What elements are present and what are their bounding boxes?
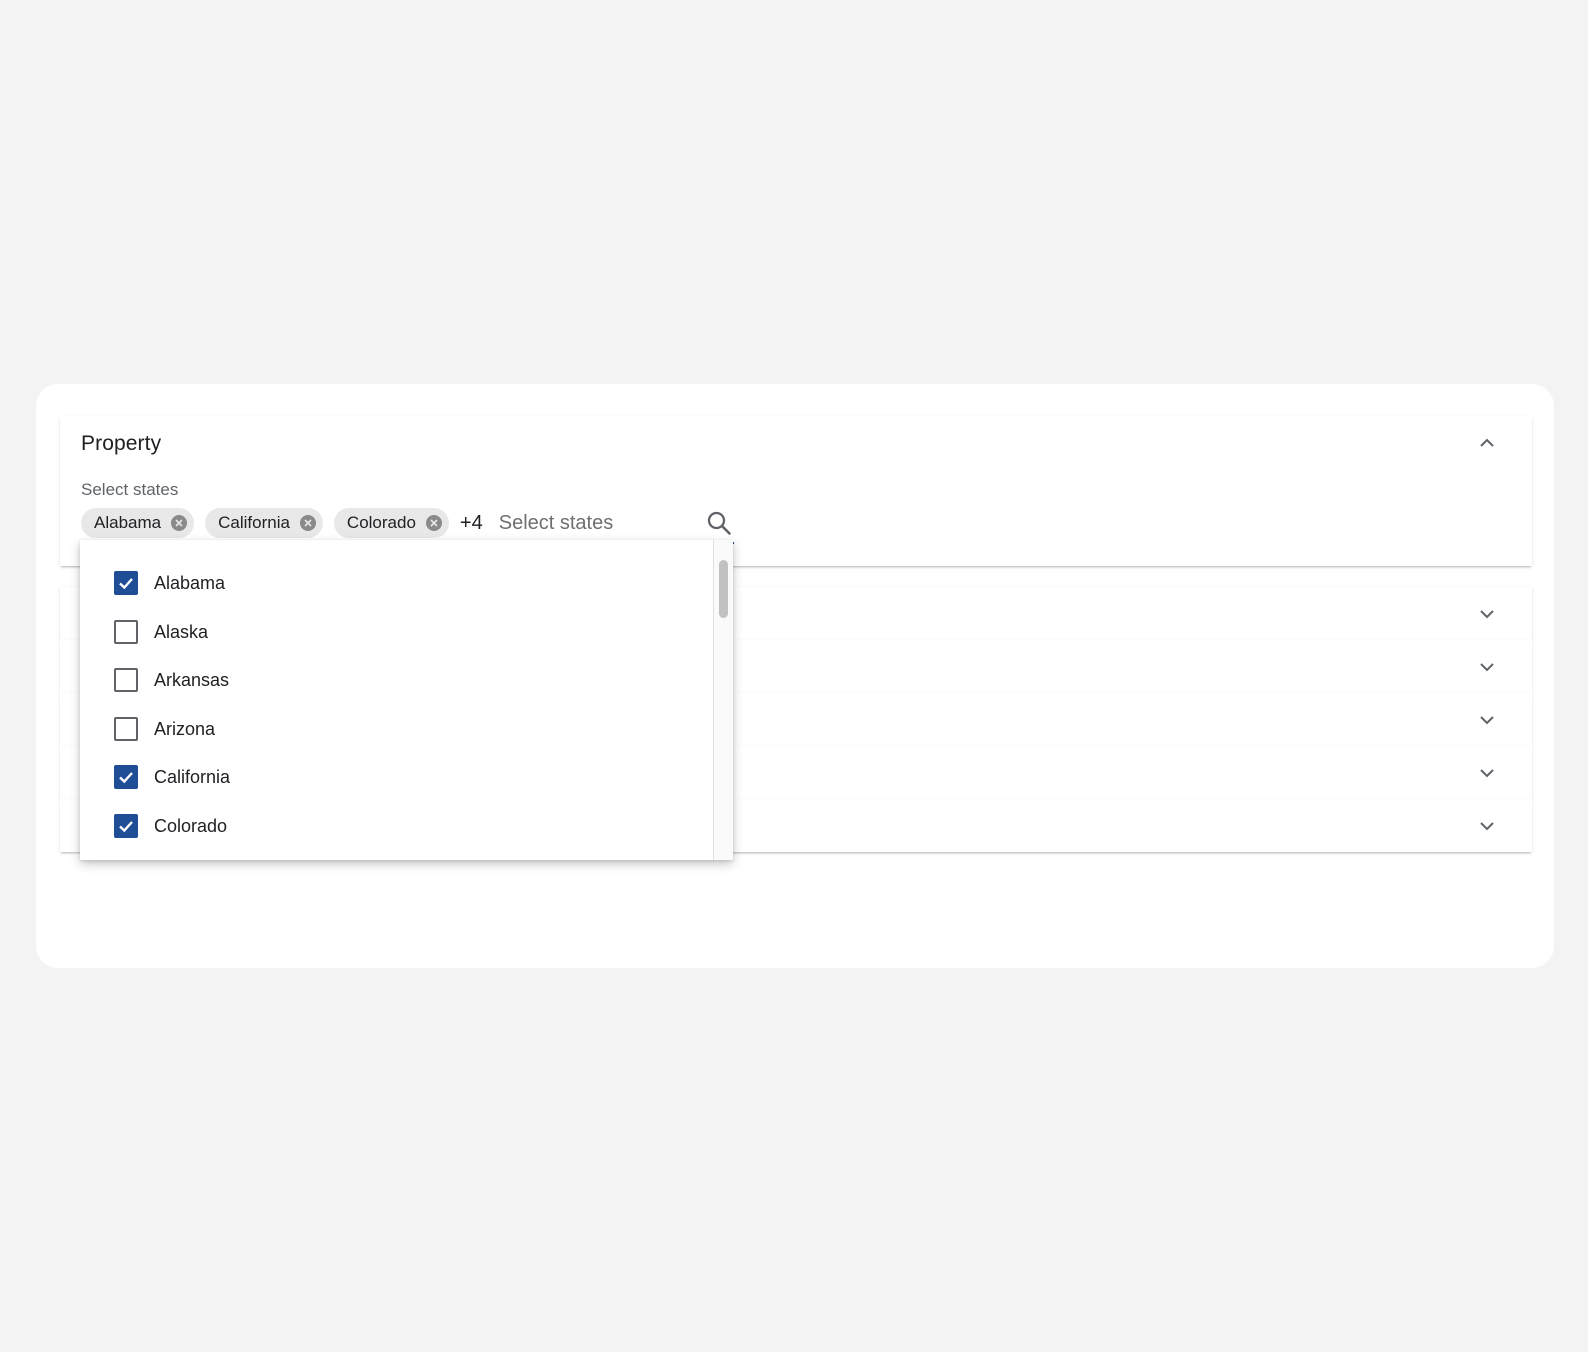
panel-title: Property	[81, 432, 162, 455]
chevron-down-icon[interactable]	[1478, 764, 1496, 782]
option-label: Arkansas	[154, 669, 230, 690]
chevron-down-icon[interactable]	[1478, 605, 1496, 623]
close-circle-icon[interactable]	[170, 514, 188, 532]
checkbox-checked[interactable]	[114, 814, 138, 838]
chevron-up-icon[interactable]	[1478, 434, 1496, 452]
chip-label: California	[218, 513, 290, 532]
search-icon[interactable]	[706, 510, 732, 536]
checkbox-checked[interactable]	[114, 571, 138, 595]
option-arizona[interactable]: Arizona	[114, 714, 215, 744]
dropdown-scrollbar[interactable]	[713, 540, 733, 860]
chip-california: California	[205, 508, 323, 538]
option-arkansas[interactable]: Arkansas	[114, 665, 229, 695]
option-label: Alabama	[154, 572, 226, 593]
search-input[interactable]	[498, 511, 689, 535]
scroll-thumb[interactable]	[719, 560, 728, 618]
states-dropdown: Alabama Alaska Arkansas Arizona Californ…	[80, 540, 733, 860]
option-alaska[interactable]: Alaska	[114, 617, 208, 647]
option-label: Arizona	[154, 718, 216, 739]
chip-colorado: Colorado	[333, 508, 449, 538]
checkbox-checked[interactable]	[114, 765, 138, 789]
option-colorado[interactable]: Colorado	[114, 811, 227, 841]
close-circle-icon[interactable]	[299, 514, 317, 532]
option-label: Colorado	[154, 815, 228, 836]
chip-label: Alabama	[94, 513, 162, 532]
option-alabama[interactable]: Alabama	[114, 568, 225, 598]
chip-label: Colorado	[346, 513, 416, 532]
checkbox-unchecked[interactable]	[114, 620, 138, 644]
option-label: Alaska	[154, 621, 209, 642]
checkbox-unchecked[interactable]	[114, 668, 138, 692]
option-california[interactable]: California	[114, 762, 230, 792]
chevron-down-icon[interactable]	[1478, 658, 1496, 676]
option-label: California	[154, 766, 231, 787]
field-label: Select states	[81, 480, 179, 499]
states-multiselect[interactable]: Alabama California Colorado +4	[81, 504, 734, 544]
chevron-down-icon[interactable]	[1478, 817, 1496, 835]
more-count: +4	[459, 511, 483, 534]
chip-alabama: Alabama	[81, 508, 195, 538]
chevron-down-icon[interactable]	[1478, 711, 1496, 729]
checkbox-unchecked[interactable]	[114, 717, 138, 741]
close-circle-icon[interactable]	[425, 514, 443, 532]
